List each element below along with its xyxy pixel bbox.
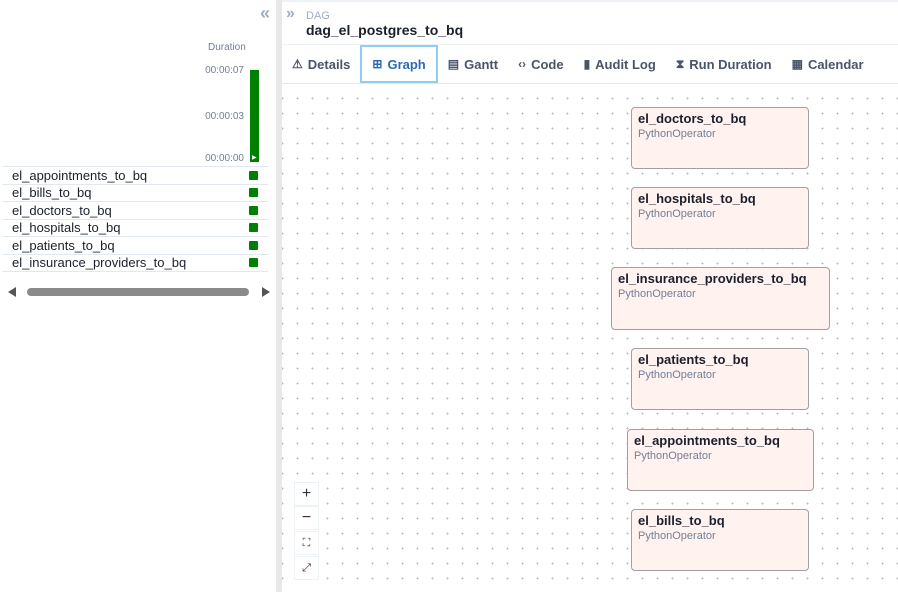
task-row[interactable]: el_hospitals_to_bq: [2, 220, 268, 237]
task-status-square[interactable]: [249, 170, 258, 180]
expand-panel-icon[interactable]: »: [286, 6, 295, 22]
tab-label: Code: [531, 56, 564, 72]
tab-label: Gantt: [464, 56, 499, 72]
node-operator: PythonOperator: [618, 288, 696, 300]
scroll-left-icon[interactable]: [8, 287, 16, 297]
task-status-square[interactable]: [249, 188, 258, 198]
node-task-name: el_patients_to_bq: [638, 352, 749, 367]
task-row[interactable]: el_patients_to_bq: [2, 237, 268, 255]
fit-view-icon[interactable]: ⛶: [294, 531, 319, 555]
duration-axis-label: Duration: [208, 42, 246, 53]
tab-label: Run Duration: [689, 56, 772, 72]
dag-title[interactable]: dag_el_postgres_to_bq: [306, 22, 463, 38]
task-status-square[interactable]: [249, 205, 258, 215]
breadcrumb-label: DAG: [306, 10, 330, 22]
divider: [282, 0, 898, 2]
task-name: el_doctors_to_bq: [12, 202, 112, 218]
node-operator: PythonOperator: [638, 208, 716, 220]
task-name: el_hospitals_to_bq: [12, 220, 121, 236]
task-name: el_patients_to_bq: [12, 237, 115, 253]
duration-tick: 00:00:00: [205, 153, 244, 164]
task-row[interactable]: el_bills_to_bq: [2, 185, 268, 202]
zoom-in-icon[interactable]: +: [294, 482, 319, 506]
warning-icon: ⚠: [292, 57, 303, 71]
node-operator: PythonOperator: [638, 530, 716, 542]
tab-bar: ⚠ Details ⊞ Graph ▤ Gantt ‹› Code ▮ Audit Log ⧗ Run…: [282, 44, 898, 84]
tab-gantt[interactable]: ▤ Gantt: [438, 45, 508, 83]
tab-calendar[interactable]: ▦ Calendar: [782, 45, 874, 83]
gantt-icon: ▤: [447, 57, 460, 71]
graph-task-node[interactable]: el_doctors_to_bq PythonOperator: [631, 107, 809, 169]
tab-audit-log[interactable]: ▮ Audit Log: [574, 45, 666, 83]
reset-view-icon[interactable]: ⤢: [294, 556, 319, 580]
task-status-square[interactable]: [249, 223, 258, 233]
tab-label: Details: [307, 56, 351, 72]
graph-canvas[interactable]: el_doctors_to_bq PythonOperator el_hospita…: [282, 85, 898, 592]
task-name: el_appointments_to_bq: [12, 167, 148, 183]
graph-task-node[interactable]: el_insurance_providers_to_bq PythonOperat…: [611, 267, 830, 330]
node-operator: PythonOperator: [634, 450, 712, 462]
duration-tick: 00:00:07: [205, 65, 244, 76]
details-panel: » DAG dag_el_postgres_to_bq ⚠ Details ⊞ Gra…: [282, 0, 898, 592]
task-row[interactable]: el_appointments_to_bq: [2, 167, 268, 185]
run-duration-bar[interactable]: ▶: [250, 70, 259, 162]
horizontal-scrollbar[interactable]: [8, 286, 270, 300]
tab-label: Audit Log: [595, 56, 656, 72]
graph-task-node[interactable]: el_hospitals_to_bq PythonOperator: [631, 187, 809, 249]
node-operator: PythonOperator: [638, 128, 716, 140]
duration-tick: 00:00:03: [205, 111, 244, 122]
node-task-name: el_appointments_to_bq: [634, 433, 780, 448]
task-status-square[interactable]: [249, 240, 258, 250]
scroll-right-icon[interactable]: [262, 287, 270, 297]
tab-run-duration[interactable]: ⧗ Run Duration: [666, 45, 782, 83]
zoom-out-icon[interactable]: −: [294, 506, 319, 530]
tab-label: Calendar: [807, 56, 864, 72]
task-list: el_appointments_to_bq el_bills_to_bq el_do…: [2, 166, 268, 272]
calendar-icon: ▦: [791, 57, 803, 71]
graph-task-node[interactable]: el_appointments_to_bq PythonOperator: [627, 429, 814, 491]
tab-details[interactable]: ⚠ Details: [282, 45, 360, 83]
audit-log-icon: ▮: [583, 57, 591, 71]
graph-task-node[interactable]: el_patients_to_bq PythonOperator: [631, 348, 809, 410]
tab-graph[interactable]: ⊞ Graph: [360, 45, 438, 83]
tab-code[interactable]: ‹› Code: [508, 45, 574, 83]
node-task-name: el_doctors_to_bq: [638, 111, 747, 126]
tab-label: Graph: [387, 56, 426, 72]
graph-task-node[interactable]: el_bills_to_bq PythonOperator: [631, 509, 809, 571]
task-row[interactable]: el_insurance_providers_to_bq: [2, 255, 268, 272]
scroll-thumb[interactable]: [27, 288, 249, 296]
graph-icon: ⊞: [372, 57, 383, 71]
code-icon: ‹›: [518, 57, 527, 71]
task-row[interactable]: el_doctors_to_bq: [2, 202, 268, 220]
play-icon: ▶: [252, 155, 257, 161]
collapse-panel-icon[interactable]: «: [257, 4, 273, 22]
node-task-name: el_bills_to_bq: [638, 513, 725, 528]
task-name: el_bills_to_bq: [12, 185, 92, 201]
node-operator: PythonOperator: [638, 369, 716, 381]
node-task-name: el_insurance_providers_to_bq: [618, 271, 807, 286]
task-status-square[interactable]: [249, 258, 258, 268]
grid-panel: « Duration 00:00:07 00:00:03 00:00:00 ▶ …: [0, 0, 276, 592]
hourglass-icon: ⧗: [675, 56, 685, 71]
node-task-name: el_hospitals_to_bq: [638, 191, 756, 206]
task-name: el_insurance_providers_to_bq: [12, 255, 187, 271]
